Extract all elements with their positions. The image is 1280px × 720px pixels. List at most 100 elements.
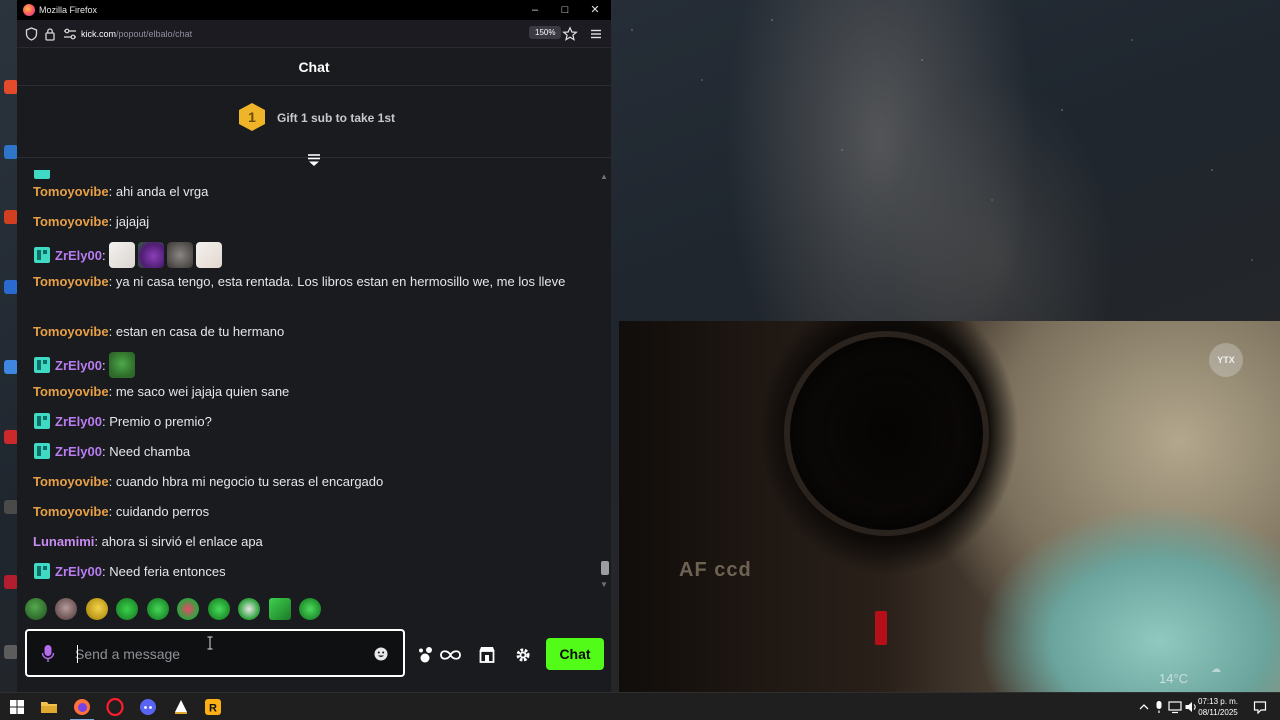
tray-overflow-chevron-icon[interactable] [1137,700,1151,714]
chat-text: me saco wei jajaja quien sane [115,384,290,399]
scroll-up-icon[interactable]: ▲ [600,172,608,181]
steam-app-icon[interactable] [172,698,190,716]
chat-message: Tomoyovibe: ahi anda el vrga [33,184,209,199]
chat-text: jajajaj [115,214,150,229]
subscriber-badge-icon [34,357,50,373]
pepe-emote[interactable] [109,352,136,378]
firefox-taskbar-icon[interactable] [73,698,91,716]
subscriber-badge-icon [34,413,50,429]
hamburger-menu-icon[interactable] [588,26,604,42]
kick-points-icon[interactable] [417,644,461,666]
quick-emote-bar [25,598,325,620]
discord-icon[interactable] [139,698,157,716]
quick-emote[interactable] [25,598,47,620]
chat-message: Tomoyovibe: cuando hbra mi negocio tu se… [33,474,384,489]
chat-username[interactable]: ZrEly00 [55,358,102,373]
quick-emote[interactable] [116,598,139,620]
network-icon[interactable] [1168,700,1182,714]
chat-username[interactable]: Lunamimi [33,534,94,549]
permissions-icon[interactable] [63,28,77,40]
notifications-icon[interactable] [1253,700,1267,714]
desktop-app-icon[interactable] [4,430,18,444]
chat-message-partial [33,170,578,182]
send-chat-button[interactable]: Chat [546,638,604,670]
desktop-app-icon[interactable] [4,145,18,159]
microphone-tray-icon[interactable] [1152,700,1166,714]
desktop-app-icon[interactable] [4,575,18,589]
quick-emote[interactable] [299,598,322,620]
address-bar[interactable]: kick.com/popout/elbalo/chat 150% [17,20,611,48]
quick-emote[interactable] [268,598,291,620]
chat-message: ZrEly00: Need feria entonces [33,562,578,582]
chat-username[interactable]: Tomoyovibe [33,324,109,339]
desktop-app-icon[interactable] [4,80,18,94]
rockstar-launcher-icon[interactable]: R [204,698,222,716]
window-title: Mozilla Firefox [39,5,98,15]
tracking-shield-icon[interactable] [25,27,38,41]
url-text[interactable]: kick.com/popout/elbalo/chat [81,29,192,39]
chat-settings-gear-icon[interactable] [515,644,531,666]
firefox-logo-icon [23,4,35,16]
desktop-app-icon[interactable] [4,360,18,374]
clock-time: 07:13 p. m. [1198,697,1239,706]
quick-emote[interactable] [177,598,200,620]
chat-panel: Chat 1 Gift 1 sub to take 1st Tomoyovibe… [17,48,611,692]
file-explorer-icon[interactable] [40,698,58,716]
chat-text: Premio o premio? [109,414,212,429]
chat-username[interactable]: Tomoyovibe [33,274,109,289]
chat-username[interactable]: Tomoyovibe [33,184,109,199]
close-window-button[interactable]: ✕ [580,0,610,20]
quick-emote[interactable] [207,598,230,620]
chat-username[interactable]: Tomoyovibe [33,474,109,489]
chat-messages[interactable]: Tomoyovibe: ahi anda el vrga Tomoyovibe:… [17,170,607,590]
chat-username[interactable]: ZrEly00 [55,564,102,579]
quick-emote[interactable] [85,598,108,620]
chat-username[interactable]: Tomoyovibe [33,384,109,399]
gift-sub-text: Gift 1 sub to take 1st [277,111,396,125]
camera-lens [784,331,989,536]
chat-username[interactable]: ZrEly00 [55,444,102,459]
desktop-app-icon[interactable] [4,645,18,659]
record-light [875,611,887,645]
system-clock[interactable]: 07:13 p. m. 08/11/2025 [1198,696,1238,718]
scroll-down-icon[interactable]: ▼ [600,580,608,589]
gift-leaderboard-banner[interactable]: 1 Gift 1 sub to take 1st [17,86,611,158]
shop-icon[interactable] [478,644,496,666]
desktop-app-icon[interactable] [4,500,18,514]
collapse-pinned-icon[interactable] [306,152,322,168]
desktop-app-icon[interactable] [4,210,18,224]
opera-browser-icon[interactable] [106,698,124,716]
desktop-app-icon[interactable] [4,280,18,294]
eggplant-emote[interactable] [138,242,165,268]
microphone-icon[interactable] [41,644,55,664]
chat-username[interactable]: Tomoyovibe [33,214,109,229]
chat-text: Need chamba [109,444,191,459]
chat-title: Chat [298,59,330,75]
chat-username[interactable]: ZrEly00 [55,414,102,429]
quick-emote[interactable] [238,598,261,620]
chat-message: Tomoyovibe: jajajaj [33,214,150,229]
emote-image[interactable] [109,242,136,268]
emoji-picker-icon[interactable] [373,646,389,662]
chat-message: Lunamimi: ahora si sirvió el enlace apa [33,534,263,549]
maximize-button[interactable]: □ [550,0,580,20]
windows-taskbar: R 07:13 p. m. 08/11/2025 [0,692,1280,720]
emote-image[interactable] [167,242,194,268]
quick-emote[interactable] [55,598,78,620]
quick-emote[interactable] [146,598,169,620]
bookmark-star-icon[interactable] [562,26,578,42]
video-player[interactable]: AF ccd YTX 14°C ☁ [619,321,1280,692]
message-input[interactable] [75,643,355,665]
volume-icon[interactable] [1184,700,1198,714]
minimize-button[interactable]: – [520,0,550,20]
chat-username[interactable]: Tomoyovibe [33,504,109,519]
chat-message: Tomoyovibe: estan en casa de tu hermano [33,324,285,339]
zoom-indicator[interactable]: 150% [529,26,562,39]
chat-username[interactable]: ZrEly00 [55,248,102,263]
emote-image[interactable] [196,242,223,268]
scrollbar-thumb[interactable] [601,561,609,575]
chat-message: Tomoyovibe: me saco wei jajaja quien san… [33,384,290,399]
lock-icon[interactable] [44,27,56,41]
windows-start-icon[interactable] [8,698,26,716]
chat-scrollbar[interactable]: ▲ ▼ [599,170,609,590]
